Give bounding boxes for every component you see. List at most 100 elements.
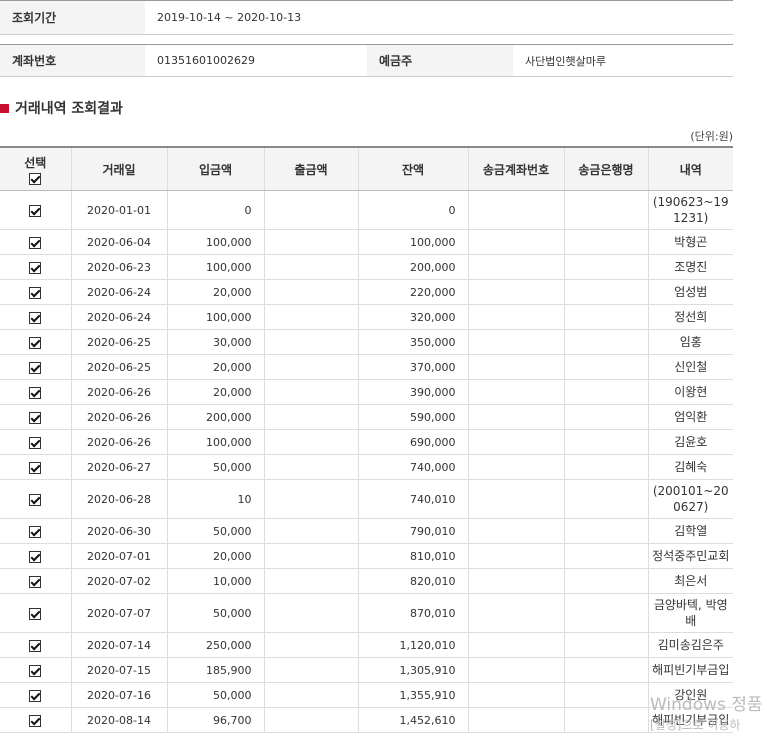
row-balance: 820,010 — [357, 568, 468, 594]
row-send-account — [467, 229, 564, 255]
section-title-text: 거래내역 조회결과 — [15, 101, 123, 117]
row-deposit: 50,000 — [166, 518, 264, 544]
row-send-account — [467, 682, 564, 708]
row-checkbox[interactable] — [29, 261, 42, 274]
period-info: 조회기간 2019-10-14 ~ 2020-10-13 — [0, 0, 733, 35]
row-checkbox[interactable] — [29, 361, 42, 374]
row-balance: 350,000 — [357, 329, 468, 355]
row-checkbox[interactable] — [29, 461, 42, 474]
row-balance: 1,120,010 — [357, 632, 468, 658]
row-send-account — [467, 479, 564, 519]
row-checkbox[interactable] — [29, 286, 42, 299]
row-deposit: 100,000 — [166, 429, 264, 455]
row-checkbox[interactable] — [29, 575, 42, 588]
table-row: 2020-06-30 50,000 790,010 김학열 — [0, 518, 733, 544]
row-desc: 조명진 — [647, 254, 733, 280]
row-balance: 100,000 — [357, 229, 468, 255]
row-withdraw — [263, 682, 358, 708]
col-deposit: 입금액 — [166, 146, 264, 191]
row-deposit: 50,000 — [166, 593, 264, 633]
row-desc: 신인철 — [647, 354, 733, 380]
row-checkbox[interactable] — [29, 436, 42, 449]
row-balance: 590,000 — [357, 404, 468, 430]
row-date: 2020-06-26 — [70, 429, 167, 455]
row-withdraw — [263, 229, 358, 255]
select-all-checkbox[interactable] — [29, 172, 42, 185]
row-balance: 810,010 — [357, 543, 468, 569]
row-checkbox[interactable] — [29, 664, 42, 677]
row-checkbox[interactable] — [29, 550, 42, 563]
row-desc: 박형곤 — [647, 229, 733, 255]
row-checkbox[interactable] — [29, 689, 42, 702]
row-date: 2020-07-07 — [70, 593, 167, 633]
row-date: 2020-07-16 — [70, 682, 167, 708]
period-label: 조회기간 — [0, 0, 145, 35]
row-send-bank — [563, 454, 648, 480]
row-desc: 엄성범 — [647, 279, 733, 305]
row-checkbox[interactable] — [29, 714, 42, 727]
section-bullet-icon — [0, 103, 9, 113]
row-checkbox[interactable] — [29, 607, 42, 620]
row-checkbox-cell — [0, 279, 71, 305]
row-checkbox[interactable] — [29, 386, 42, 399]
row-send-account — [467, 254, 564, 280]
row-checkbox[interactable] — [29, 525, 42, 538]
col-select: 선택 — [0, 146, 71, 191]
row-desc: 이왕현 — [647, 379, 733, 405]
row-balance: 1,452,610 — [357, 707, 468, 733]
row-checkbox[interactable] — [29, 411, 42, 424]
row-deposit: 250,000 — [166, 632, 264, 658]
row-deposit: 0 — [166, 190, 264, 230]
row-checkbox-cell — [0, 404, 71, 430]
row-balance: 790,010 — [357, 518, 468, 544]
row-send-account — [467, 304, 564, 330]
row-desc: 해피빈기부금입 — [647, 657, 733, 683]
table-row: 2020-07-14 250,000 1,120,010 김미송김은주 — [0, 632, 733, 658]
row-desc: (190623~191231) — [647, 190, 733, 230]
row-checkbox-cell — [0, 254, 71, 280]
row-checkbox[interactable] — [29, 639, 42, 652]
row-checkbox-cell — [0, 354, 71, 380]
row-checkbox[interactable] — [29, 311, 42, 324]
row-send-bank — [563, 518, 648, 544]
row-date: 2020-06-04 — [70, 229, 167, 255]
table-row: 2020-07-01 20,000 810,010 정석중주민교회 — [0, 543, 733, 569]
row-send-account — [467, 354, 564, 380]
row-deposit: 20,000 — [166, 543, 264, 569]
row-send-account — [467, 279, 564, 305]
row-send-bank — [563, 657, 648, 683]
row-desc: 최은서 — [647, 568, 733, 594]
row-balance: 690,000 — [357, 429, 468, 455]
table-row: 2020-07-15 185,900 1,305,910 해피빈기부금입 — [0, 657, 733, 683]
row-send-bank — [563, 707, 648, 733]
col-send-account: 송금계좌번호 — [467, 146, 564, 191]
row-send-account — [467, 329, 564, 355]
row-withdraw — [263, 304, 358, 330]
row-send-account — [467, 190, 564, 230]
row-deposit: 20,000 — [166, 379, 264, 405]
row-send-bank — [563, 543, 648, 569]
row-balance: 220,000 — [357, 279, 468, 305]
row-checkbox[interactable] — [29, 236, 42, 249]
row-checkbox[interactable] — [29, 336, 42, 349]
table-row: 2020-06-25 30,000 350,000 임홍 — [0, 329, 733, 355]
row-checkbox[interactable] — [29, 493, 42, 506]
row-balance: 0 — [357, 190, 468, 230]
row-checkbox-cell — [0, 568, 71, 594]
row-checkbox[interactable] — [29, 204, 42, 217]
row-balance: 740,010 — [357, 479, 468, 519]
row-withdraw — [263, 429, 358, 455]
table-row: 2020-06-04 100,000 100,000 박형곤 — [0, 229, 733, 255]
row-desc: 김학열 — [647, 518, 733, 544]
row-deposit: 100,000 — [166, 254, 264, 280]
row-date: 2020-06-25 — [70, 354, 167, 380]
table-row: 2020-06-23 100,000 200,000 조명진 — [0, 254, 733, 280]
row-desc: 엄익환 — [647, 404, 733, 430]
table-row: 2020-06-26 200,000 590,000 엄익환 — [0, 404, 733, 430]
table-row: 2020-06-24 100,000 320,000 정선희 — [0, 304, 733, 330]
row-send-bank — [563, 304, 648, 330]
row-date: 2020-06-24 — [70, 279, 167, 305]
table-row: 2020-07-16 50,000 1,355,910 강인원 — [0, 682, 733, 708]
row-checkbox-cell — [0, 593, 71, 633]
row-deposit: 30,000 — [166, 329, 264, 355]
